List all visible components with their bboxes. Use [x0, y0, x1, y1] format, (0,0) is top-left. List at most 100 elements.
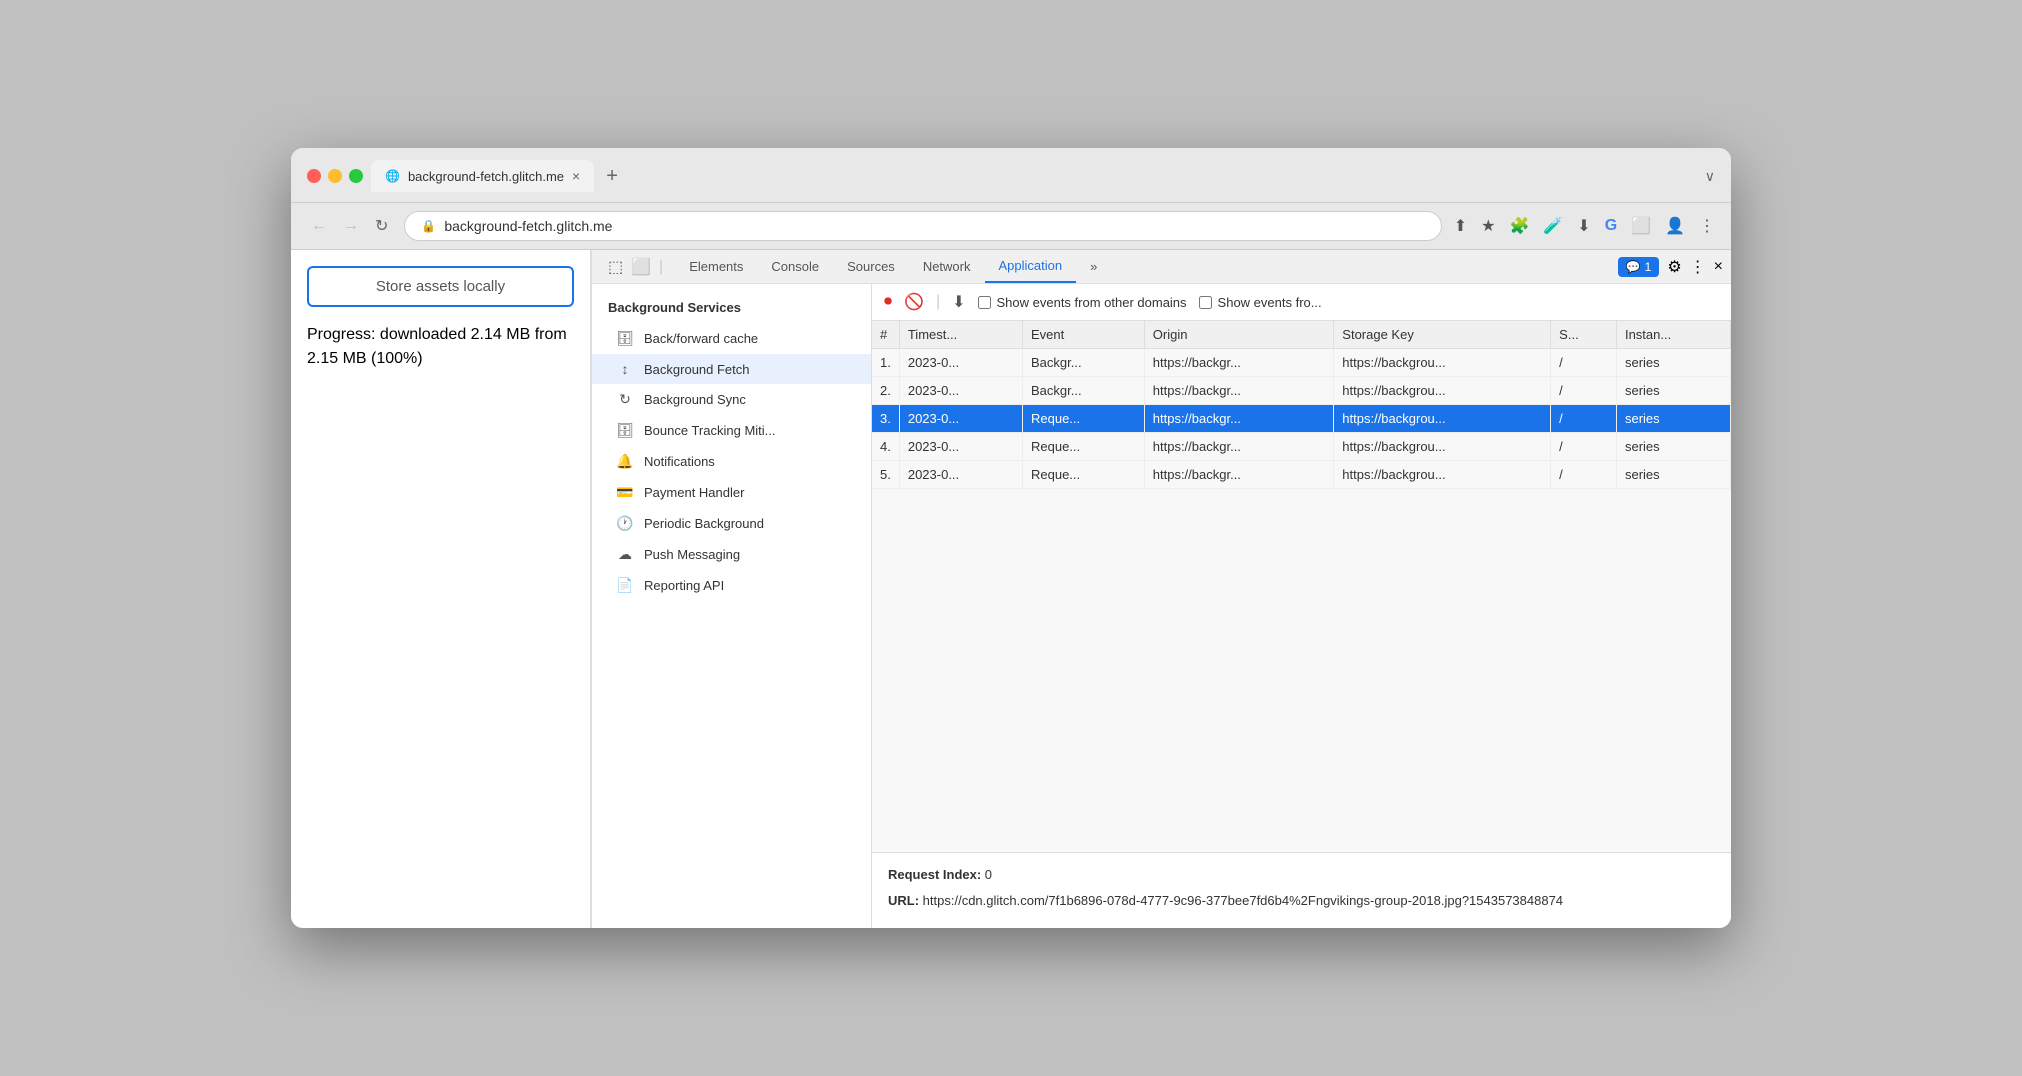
cell-timestamp: 2023-0...: [899, 433, 1022, 461]
periodic-background-icon: 🕐: [616, 515, 634, 532]
tab-dropdown-button[interactable]: ∨: [1705, 168, 1715, 185]
google-icon[interactable]: G: [1605, 217, 1617, 235]
table-row[interactable]: 4. 2023-0... Reque... https://backgr... …: [872, 433, 1731, 461]
title-bar: 🌐 background-fetch.glitch.me × + ∨: [291, 148, 1731, 203]
table-row[interactable]: 2. 2023-0... Backgr... https://backgr...…: [872, 377, 1731, 405]
refresh-button[interactable]: ↻: [371, 214, 392, 238]
new-tab-button[interactable]: +: [598, 161, 626, 192]
tab-application[interactable]: Application: [985, 250, 1077, 283]
sidebar-item-label: Payment Handler: [644, 485, 744, 500]
notifications-badge[interactable]: 💬 1: [1618, 257, 1660, 277]
show-events-fro-checkbox[interactable]: Show events fro...: [1199, 295, 1322, 310]
devtools-icon-group: ⬚ ⬜ |: [600, 257, 671, 277]
download-events-button[interactable]: ⬇: [952, 292, 965, 312]
table-row[interactable]: 3. 2023-0... Reque... https://backgr... …: [872, 405, 1731, 433]
cell-event: Reque...: [1022, 405, 1144, 433]
media-icon[interactable]: ⬜: [1631, 216, 1651, 236]
sidebar-item-background-fetch[interactable]: ↕ Background Fetch: [592, 354, 871, 384]
sidebar-item-background-sync[interactable]: ↻ Background Sync: [592, 384, 871, 415]
tab-title: background-fetch.glitch.me: [408, 169, 564, 184]
tab-more[interactable]: »: [1076, 251, 1111, 282]
download-icon[interactable]: ⬇: [1577, 216, 1590, 236]
sidebar-item-notifications[interactable]: 🔔 Notifications: [592, 446, 871, 477]
sidebar-item-periodic-background[interactable]: 🕐 Periodic Background: [592, 508, 871, 539]
settings-icon[interactable]: ⚙: [1667, 257, 1681, 277]
table-row[interactable]: 1. 2023-0... Backgr... https://backgr...…: [872, 349, 1731, 377]
extensions-icon[interactable]: 🧩: [1509, 216, 1529, 236]
show-other-domains-input[interactable]: [978, 296, 991, 309]
notification-count: 1: [1645, 260, 1652, 274]
cell-origin: https://backgr...: [1144, 461, 1334, 489]
profile-icon[interactable]: 👤: [1665, 216, 1685, 236]
forward-button[interactable]: →: [339, 215, 363, 237]
tab-console[interactable]: Console: [757, 251, 833, 282]
browser-tab[interactable]: 🌐 background-fetch.glitch.me ×: [371, 160, 594, 192]
col-timestamp: Timest...: [899, 321, 1022, 349]
cell-num: 2.: [872, 377, 899, 405]
url-label: URL:: [888, 893, 923, 908]
store-button-wrapper: Store assets locally: [291, 250, 590, 323]
background-sync-icon: ↻: [616, 391, 634, 408]
cell-event: Backgr...: [1022, 349, 1144, 377]
cell-origin: https://backgr...: [1144, 377, 1334, 405]
store-assets-button[interactable]: Store assets locally: [307, 266, 574, 307]
menu-icon[interactable]: ⋮: [1699, 216, 1715, 236]
cell-s: /: [1551, 433, 1617, 461]
address-input[interactable]: 🔒 background-fetch.glitch.me: [404, 211, 1441, 241]
bookmark-icon[interactable]: ★: [1481, 216, 1495, 236]
devtools-panel: ⬚ ⬜ | Elements Console Sources Network A…: [591, 250, 1731, 928]
minimize-button[interactable]: [328, 169, 342, 183]
tab-elements[interactable]: Elements: [675, 251, 757, 282]
devtools-main: ⏺ 🚫 | ⬇ Show events from other domains S…: [872, 284, 1731, 928]
sidebar-item-payment-handler[interactable]: 💳 Payment Handler: [592, 477, 871, 508]
table-row[interactable]: 5. 2023-0... Reque... https://backgr... …: [872, 461, 1731, 489]
cell-instance: series: [1616, 377, 1730, 405]
cell-event: Reque...: [1022, 433, 1144, 461]
show-other-domains-checkbox[interactable]: Show events from other domains: [978, 295, 1187, 310]
record-button[interactable]: ⏺: [884, 293, 892, 311]
cursor-icon[interactable]: ⬚: [608, 257, 623, 277]
tab-network[interactable]: Network: [909, 251, 985, 282]
request-index-line: Request Index: 0: [888, 865, 1715, 885]
clear-button[interactable]: 🚫: [904, 292, 924, 312]
sidebar-item-bounce-tracking[interactable]: 🗄 Bounce Tracking Miti...: [592, 415, 871, 446]
col-num: #: [872, 321, 899, 349]
sidebar-item-back-forward-cache[interactable]: 🗄 Back/forward cache: [592, 323, 871, 354]
cell-s: /: [1551, 377, 1617, 405]
share-icon[interactable]: ⬆: [1454, 216, 1467, 236]
cell-timestamp: 2023-0...: [899, 405, 1022, 433]
browser-window: 🌐 background-fetch.glitch.me × + ∨ ← → ↻…: [291, 148, 1731, 928]
close-devtools-button[interactable]: ×: [1714, 258, 1723, 276]
maximize-button[interactable]: [349, 169, 363, 183]
tab-sources[interactable]: Sources: [833, 251, 909, 282]
lock-icon: 🔒: [421, 219, 436, 233]
page-area: Store assets locally Progress: downloade…: [291, 250, 591, 928]
responsive-icon[interactable]: ⬜: [631, 257, 651, 277]
sidebar-section-title: Background Services: [592, 292, 871, 323]
details-panel: Request Index: 0 URL: https://cdn.glitch…: [872, 852, 1731, 928]
table-body: 1. 2023-0... Backgr... https://backgr...…: [872, 349, 1731, 489]
devtools-action-bar: ⏺ 🚫 | ⬇ Show events from other domains S…: [872, 284, 1731, 321]
tab-bar: 🌐 background-fetch.glitch.me × + ∨: [371, 160, 1715, 192]
cell-num: 5.: [872, 461, 899, 489]
show-events-fro-input[interactable]: [1199, 296, 1212, 309]
back-button[interactable]: ←: [307, 215, 331, 237]
tab-close-button[interactable]: ×: [572, 168, 580, 184]
devtools-toolbar: ⬚ ⬜ | Elements Console Sources Network A…: [592, 250, 1731, 284]
sidebar-item-reporting-api[interactable]: 📄 Reporting API: [592, 570, 871, 601]
url-value: https://cdn.glitch.com/7f1b6896-078d-477…: [923, 893, 1563, 908]
col-s: S...: [1551, 321, 1617, 349]
bounce-tracking-icon: 🗄: [616, 422, 634, 439]
close-button[interactable]: [307, 169, 321, 183]
sidebar-item-push-messaging[interactable]: ☁ Push Messaging: [592, 539, 871, 570]
cell-origin: https://backgr...: [1144, 349, 1334, 377]
address-bar: ← → ↻ 🔒 background-fetch.glitch.me ⬆ ★ 🧩…: [291, 203, 1731, 250]
reporting-api-icon: 📄: [616, 577, 634, 594]
cell-timestamp: 2023-0...: [899, 377, 1022, 405]
lighthouse-icon[interactable]: 🧪: [1543, 216, 1563, 236]
col-instance: Instan...: [1616, 321, 1730, 349]
col-storage-key: Storage Key: [1334, 321, 1551, 349]
kebab-menu-icon[interactable]: ⋮: [1690, 257, 1706, 277]
cell-event: Backgr...: [1022, 377, 1144, 405]
sidebar-item-label: Background Sync: [644, 392, 746, 407]
